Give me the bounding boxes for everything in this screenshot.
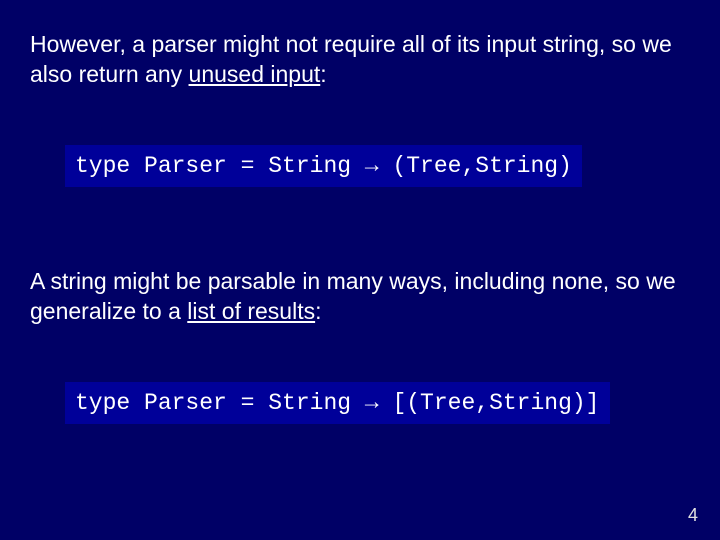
code-block-1: type Parser = String → (Tree,String) xyxy=(65,145,582,187)
paragraph-2-text-b: : xyxy=(315,298,321,324)
paragraph-2-text-a: A string might be parsable in many ways,… xyxy=(30,268,676,324)
paragraph-2-underline: list of results xyxy=(187,298,315,324)
paragraph-1: However, a parser might not require all … xyxy=(30,30,690,90)
paragraph-2: A string might be parsable in many ways,… xyxy=(30,267,690,327)
paragraph-1-text-b: : xyxy=(320,61,326,87)
paragraph-1-text-a: However, a parser might not require all … xyxy=(30,31,672,87)
page-number: 4 xyxy=(688,505,698,526)
code-block-2: type Parser = String → [(Tree,String)] xyxy=(65,382,610,424)
slide-body: However, a parser might not require all … xyxy=(0,0,720,540)
paragraph-1-underline: unused input xyxy=(189,61,321,87)
